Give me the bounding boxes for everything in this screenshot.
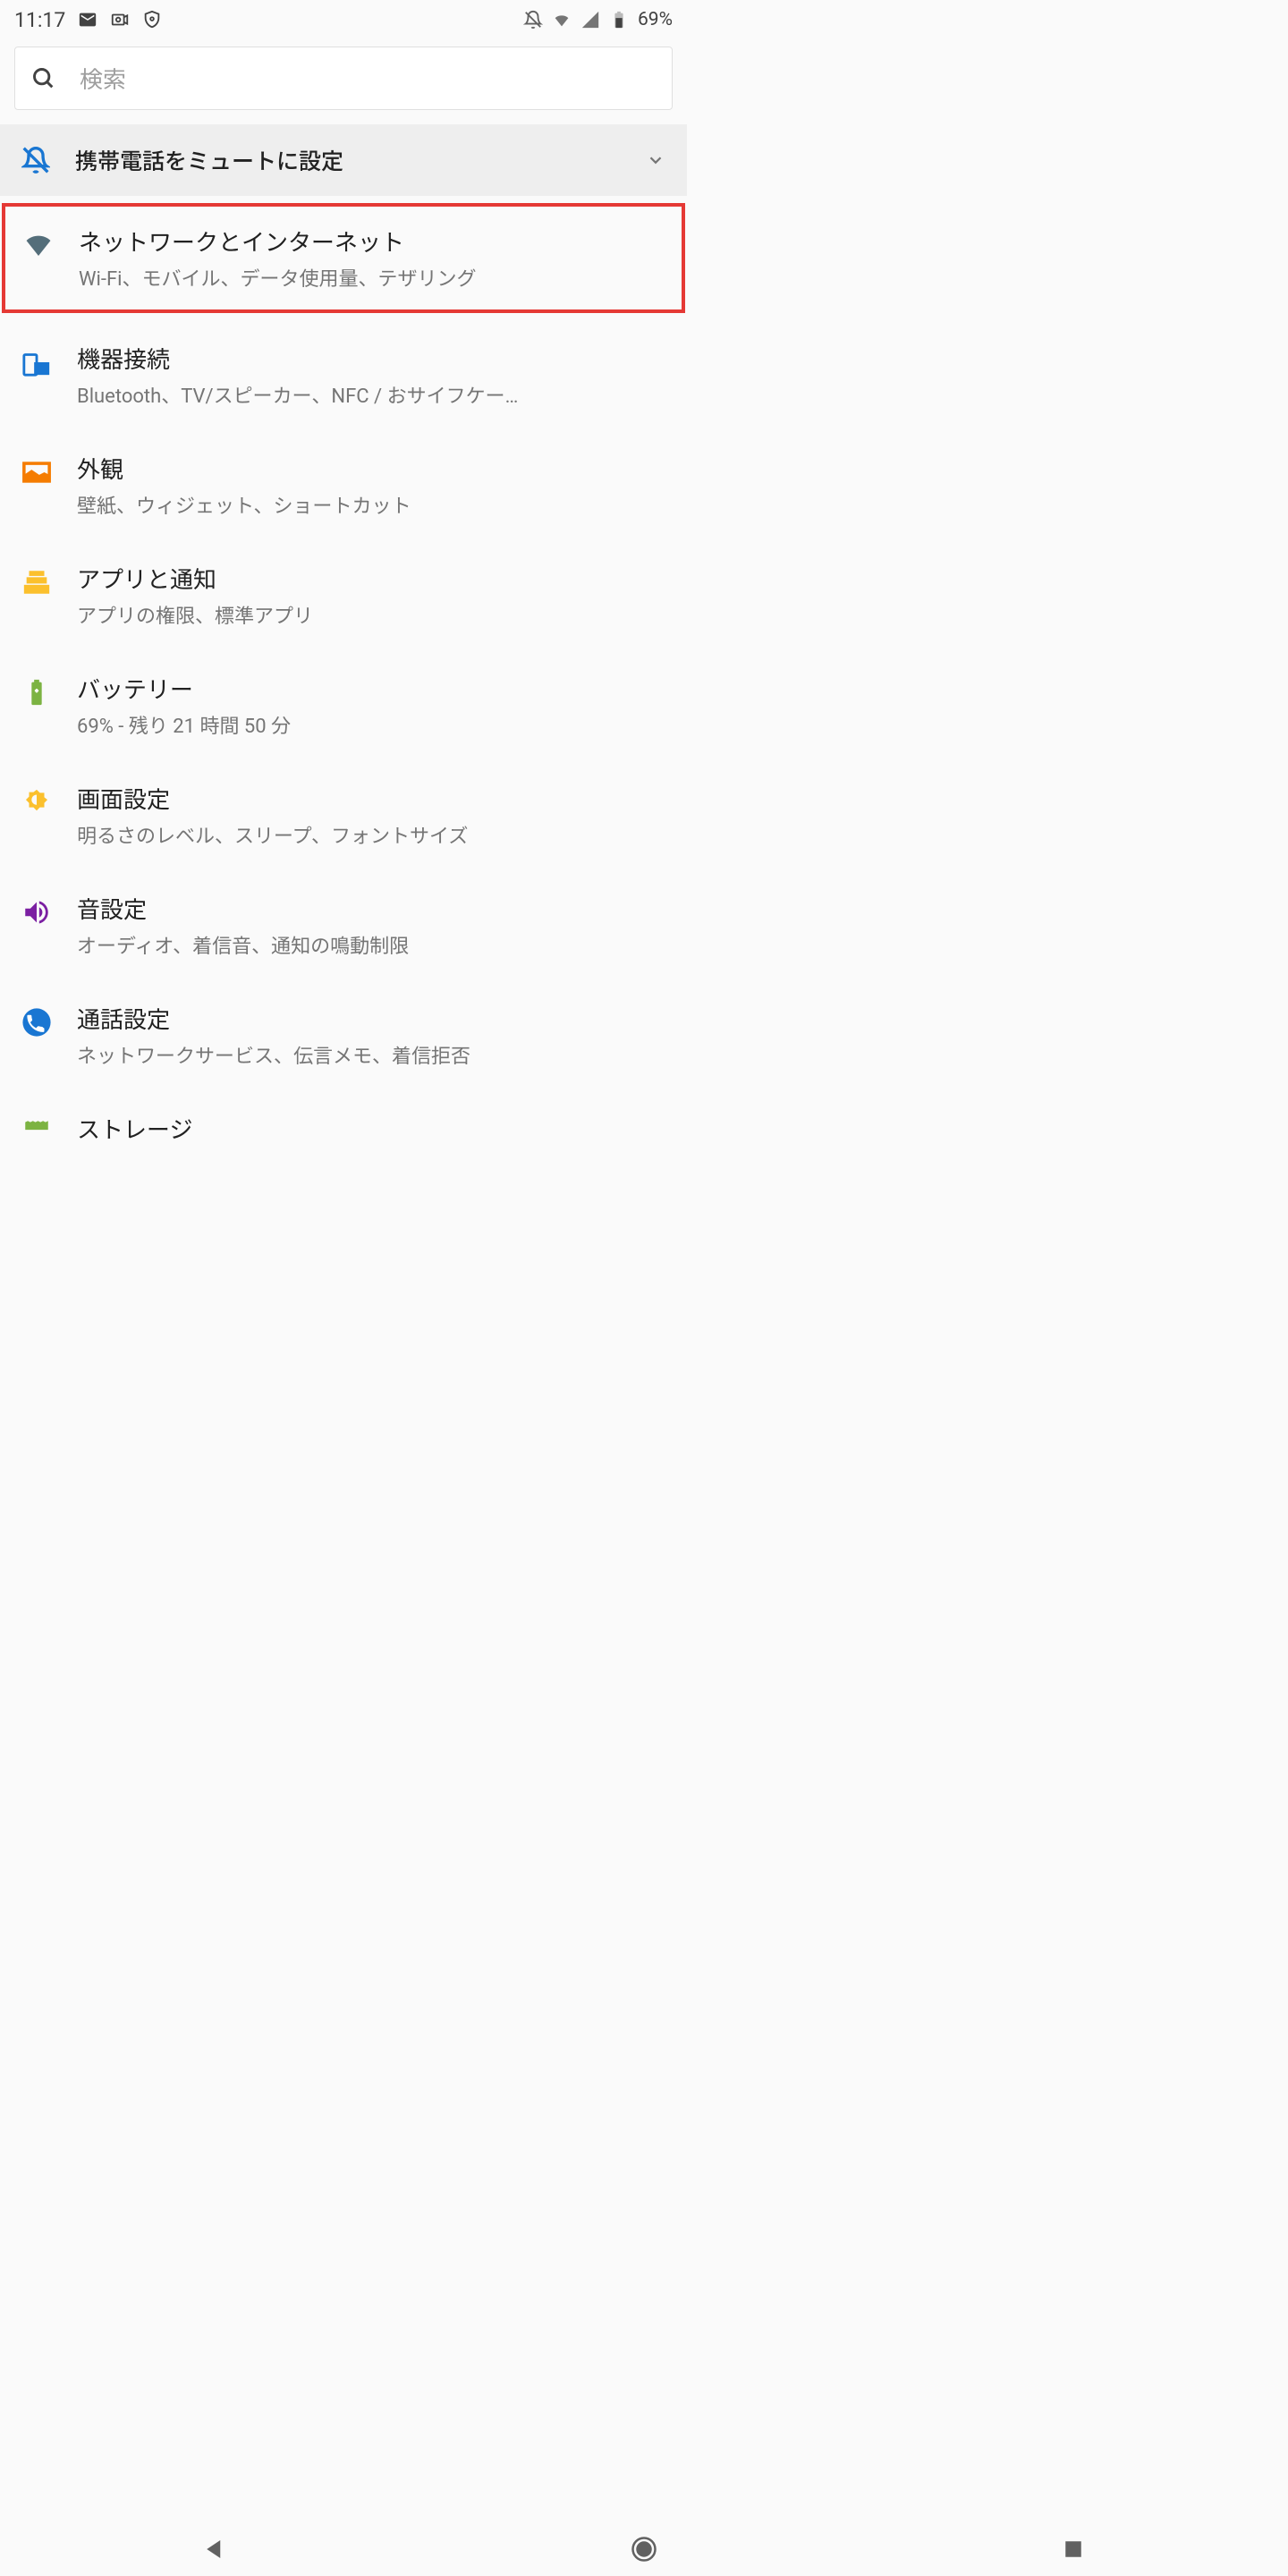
item-subtitle: 明るさのレベル、スリープ、フォントサイズ [77,820,665,849]
item-subtitle: Wi-Fi、モバイル、データ使用量、テザリング [79,263,664,292]
item-title: ストレージ [77,1112,665,1145]
bell-off-icon [21,146,50,174]
settings-item-connected-devices[interactable]: 機器接続 Bluetooth、TV/スピーカー、NFC / おサイフケー… [0,320,687,430]
item-title: ネットワークとインターネット [79,225,664,258]
search-container: 検索 [0,39,687,124]
settings-item-display[interactable]: 画面設定 明るさのレベル、スリープ、フォントサイズ [0,760,687,870]
banner-text: 携帯電話をミュートに設定 [75,144,621,176]
brightness-icon [21,787,52,818]
search-box[interactable]: 検索 [14,47,673,110]
item-title: 外観 [77,452,665,485]
settings-item-battery[interactable]: バッテリー 69% - 残り 21 時間 50 分 [0,650,687,760]
settings-item-network[interactable]: ネットワークとインターネット Wi-Fi、モバイル、データ使用量、テザリング [2,203,685,313]
bell-off-icon [523,10,543,30]
settings-item-appearance[interactable]: 外観 壁紙、ウィジェット、ショートカット [0,430,687,540]
status-time: 11:17 [14,8,65,32]
image-icon [21,457,52,487]
phone-icon [21,1007,52,1038]
battery-icon [21,677,52,708]
wifi-icon [552,10,572,30]
shield-icon [142,10,162,30]
devices-icon [21,347,52,377]
settings-item-apps[interactable]: アプリと通知 アプリの権限、標準アプリ [0,540,687,650]
apps-icon [21,567,52,597]
item-title: 機器接続 [77,342,665,375]
item-subtitle: 69% - 残り 21 時間 50 分 [77,710,665,739]
chevron-down-icon [646,150,665,170]
status-right: 69% [523,9,673,30]
item-title: 画面設定 [77,782,665,815]
item-title: バッテリー [77,672,665,705]
battery-icon [609,10,629,30]
gmail-icon [78,10,97,30]
search-placeholder: 検索 [80,62,126,95]
status-bar: 11:17 69% [0,0,687,39]
nav-home-button[interactable] [631,2536,657,2563]
settings-item-storage[interactable]: ストレージ [0,1090,687,1172]
settings-item-sound[interactable]: 音設定 オーディオ、着信音、通知の鳴動制限 [0,870,687,980]
status-left: 11:17 [14,8,162,32]
nav-back-button[interactable] [201,2536,228,2563]
item-title: 音設定 [77,892,665,925]
item-title: 通話設定 [77,1002,665,1035]
wifi-icon [23,230,54,260]
settings-list: ネットワークとインターネット Wi-Fi、モバイル、データ使用量、テザリング 機… [0,203,687,1172]
nav-bar [0,2522,1288,2576]
item-subtitle: アプリの権限、標準アプリ [77,600,665,629]
battery-percentage: 69% [638,9,673,30]
item-subtitle: Bluetooth、TV/スピーカー、NFC / おサイフケー… [77,380,665,409]
item-subtitle: ネットワークサービス、伝言メモ、着信拒否 [77,1040,665,1069]
voicemail-icon [110,10,130,30]
volume-icon [21,897,52,928]
item-subtitle: 壁紙、ウィジェット、ショートカット [77,490,665,519]
mute-banner[interactable]: 携帯電話をミュートに設定 [0,124,687,196]
storage-icon [21,1117,52,1148]
signal-icon [580,10,600,30]
nav-recent-button[interactable] [1060,2536,1087,2563]
item-title: アプリと通知 [77,562,665,595]
settings-item-call[interactable]: 通話設定 ネットワークサービス、伝言メモ、着信拒否 [0,980,687,1090]
item-subtitle: オーディオ、着信音、通知の鳴動制限 [77,930,665,959]
search-icon [31,66,56,91]
